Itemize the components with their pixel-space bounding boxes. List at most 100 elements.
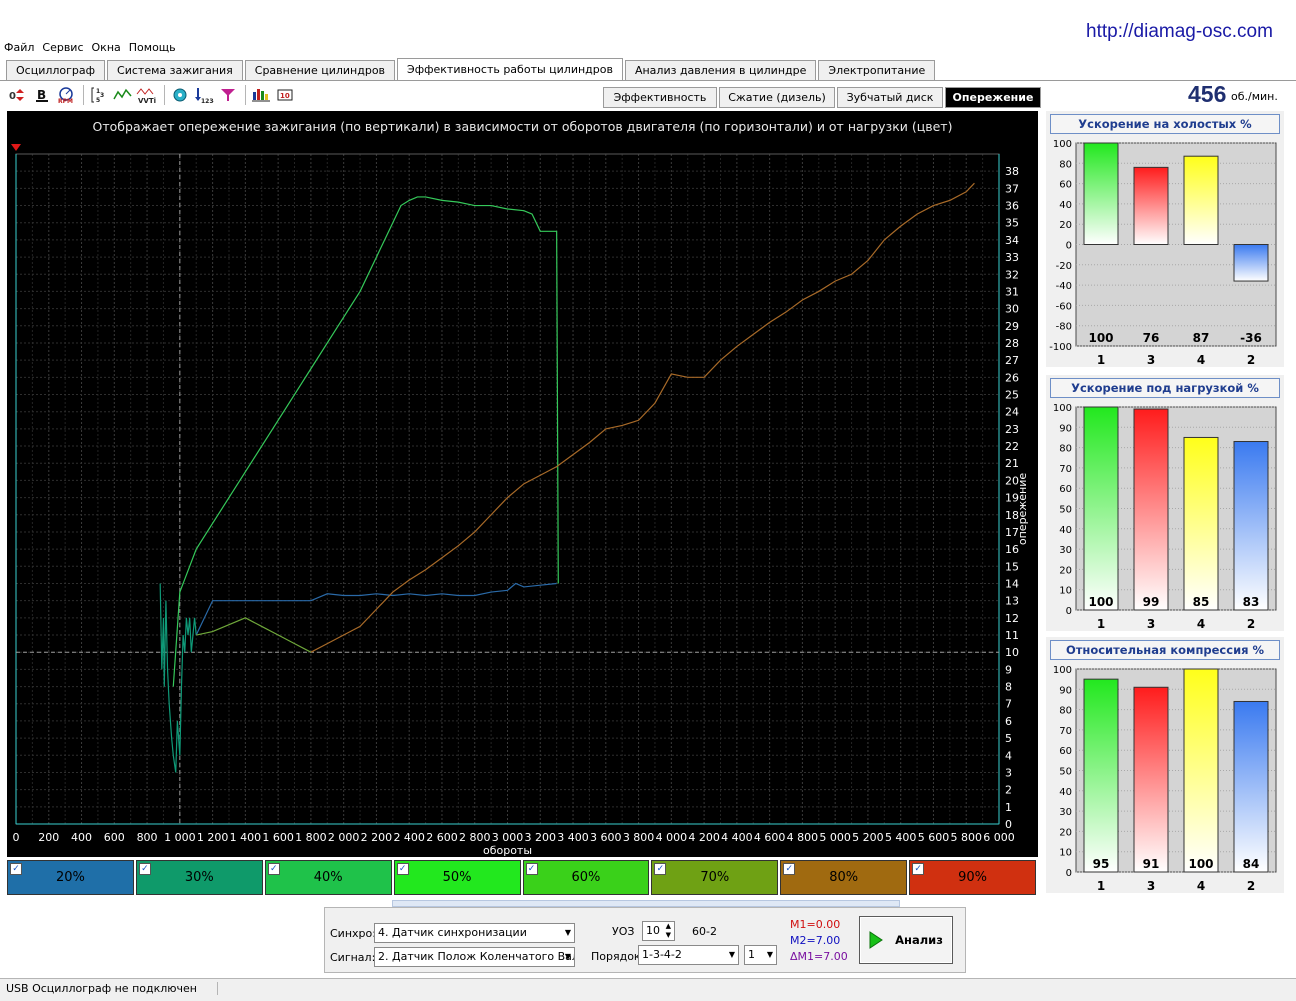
menu-windows[interactable]: Окна — [88, 40, 125, 56]
tab-cylinder-efficiency[interactable]: Эффективность работы цилиндров — [397, 58, 623, 80]
y-tick-label: 0 — [1066, 241, 1072, 252]
bar-cylinder-2 — [1233, 700, 1269, 873]
bar-value-label: 100 — [1088, 595, 1113, 609]
y-tick-label: 80 — [1059, 706, 1072, 717]
y-tick-label: -60 — [1056, 301, 1072, 312]
bar-value-label: 91 — [1143, 857, 1160, 871]
y-tick-label: 50 — [1059, 505, 1072, 516]
signal-select-value: 2. Датчик Полож Коленчатого Вал — [378, 950, 575, 963]
y-tick-label: 29 — [1005, 320, 1019, 333]
cylinder-label: 3 — [1147, 353, 1155, 367]
bar-cylinder-1 — [1083, 406, 1119, 611]
gear-chip-icon[interactable] — [169, 84, 191, 106]
legend-checkbox[interactable]: ✓ — [396, 863, 409, 875]
svg-text:3: 3 — [100, 92, 104, 99]
legend-load-80[interactable]: ✓ 80% — [780, 860, 908, 895]
y-tick-label: 40 — [1059, 787, 1072, 798]
analyze-button[interactable]: Анализ — [859, 916, 953, 964]
rpm-unit: об./мин. — [1231, 90, 1278, 103]
y-tick-label: 100 — [1053, 403, 1072, 414]
first-cylinder-select[interactable]: 1 ▼ — [744, 945, 777, 965]
tab-ignition-system[interactable]: Система зажигания — [107, 60, 243, 80]
y-tick-label: 12 — [1005, 612, 1019, 625]
legend-label: 30% — [184, 870, 214, 885]
legend-load-30[interactable]: ✓ 30% — [135, 860, 263, 895]
legend-checkbox[interactable]: ✓ — [10, 863, 22, 875]
x-tick-label: 800 — [137, 831, 158, 844]
y-tick-label: 32 — [1005, 268, 1019, 281]
menu-bar: Файл Сервис Окна Помощь — [0, 40, 180, 56]
tab-power-supply[interactable]: Электропитание — [818, 60, 936, 80]
x-tick-label: 2 800 — [459, 831, 491, 844]
cylinder-label: 4 — [1197, 617, 1205, 631]
y-tick-label: 80 — [1059, 159, 1072, 170]
bracket-list-icon[interactable]: 135 — [88, 84, 110, 106]
uoz-stepper[interactable]: 10 ▲ ▼ — [642, 921, 675, 941]
y-axis-label: опережение — [1016, 473, 1029, 545]
range-marker-icon[interactable] — [11, 144, 21, 151]
legend-load-50[interactable]: ✓ 50% — [393, 860, 521, 895]
filter-icon[interactable] — [217, 84, 239, 106]
y-tick-label: 22 — [1005, 440, 1019, 453]
subtab-compression-diesel[interactable]: Сжатие (дизель) — [719, 87, 835, 108]
legend-load-40[interactable]: ✓ 40% — [264, 860, 392, 895]
legend-checkbox[interactable]: ✓ — [525, 863, 538, 875]
splitter-bar[interactable] — [392, 900, 900, 907]
x-tick-label: 5 200 — [852, 831, 884, 844]
subtab-toothed-disk[interactable]: Зубчатый диск — [837, 87, 943, 108]
bar-value-label: 99 — [1143, 595, 1160, 609]
legend-load-90[interactable]: ✓ 90% — [909, 860, 1036, 895]
legend-checkbox[interactable]: ✓ — [267, 863, 280, 875]
legend-checkbox[interactable]: ✓ — [654, 863, 667, 875]
advance-chart[interactable]: 0 200 400 600 800 1 000 1 200 1 400 1 600 1 800 2 … — [7, 111, 1038, 857]
subtab-efficiency[interactable]: Эффективность — [603, 87, 717, 108]
advance-chart-panel[interactable]: 0 200 400 600 800 1 000 1 200 1 400 1 600 1 800 2 … — [7, 111, 1038, 857]
sync-select[interactable]: 4. Датчик синхронизации ▼ — [374, 923, 575, 943]
tab-cylinder-pressure[interactable]: Анализ давления в цилиндре — [624, 60, 817, 80]
tab-oscilloscope[interactable]: Осциллограф — [6, 60, 106, 80]
wave-icon[interactable] — [112, 84, 134, 106]
bar-value-label: 83 — [1243, 595, 1260, 609]
signal-select[interactable]: 2. Датчик Полож Коленчатого Вал ▼ — [374, 947, 575, 967]
bars-chart-icon[interactable] — [250, 84, 272, 106]
rpm-gauge-icon[interactable]: RPM — [55, 84, 77, 106]
svg-text:VVTi: VVTi — [138, 97, 156, 104]
legend-load-60[interactable]: ✓ 60% — [522, 860, 650, 895]
firing-order-select[interactable]: 1-3-4-2 ▼ — [638, 945, 739, 965]
first-cylinder-value: 1 — [748, 948, 755, 961]
legend-checkbox[interactable]: ✓ — [783, 863, 796, 875]
subtab-advance[interactable]: Опережение — [945, 87, 1041, 108]
arrows-updown-icon[interactable]: 0 — [7, 84, 29, 106]
legend-checkbox[interactable]: ✓ — [912, 863, 925, 875]
cylinder-label: 2 — [1247, 879, 1255, 893]
bar-panel-1: 100 80 60 40 20 0 -20 -40 -60 -80 -100 100 1 76 3 87 4 -3… — [1046, 111, 1284, 367]
y-tick-label: 100 — [1053, 139, 1072, 150]
bold-b-icon[interactable]: B — [31, 84, 53, 106]
y-tick-label: 90 — [1059, 423, 1072, 434]
tab-divider — [0, 80, 1296, 81]
vvti-icon[interactable]: VVTi — [136, 84, 158, 106]
sort-1234-icon[interactable]: 1234 — [193, 84, 215, 106]
y-tick-label: 36 — [1005, 200, 1019, 213]
y-tick-label: 20 — [1059, 827, 1072, 838]
x-tick-label: 1 800 — [295, 831, 327, 844]
test-counter-icon[interactable]: 10 — [274, 84, 296, 106]
x-tick-label: 2 400 — [393, 831, 425, 844]
legend-load-20[interactable]: ✓ 20% — [7, 860, 134, 895]
bar-panel-2: 100 90 80 70 60 50 40 30 20 10 0 100 1 99 3 85 4 83 2 Ускор… — [1046, 375, 1284, 631]
y-tick-label: 60 — [1059, 180, 1072, 191]
menu-file[interactable]: Файл — [0, 40, 38, 56]
menu-help[interactable]: Помощь — [125, 40, 180, 56]
tab-cylinder-compare[interactable]: Сравнение цилиндров — [244, 60, 396, 80]
x-tick-label: 4 000 — [656, 831, 688, 844]
menu-service[interactable]: Сервис — [38, 40, 87, 56]
cylinder-label: 1 — [1097, 879, 1105, 893]
x-tick-label: 3 200 — [525, 831, 557, 844]
bar-panel-title: Ускорение на холостых % — [1050, 114, 1280, 134]
legend-load-70[interactable]: ✓ 70% — [651, 860, 779, 895]
legend-checkbox[interactable]: ✓ — [138, 863, 151, 875]
bar-chart: 100 80 60 40 20 0 -20 -40 -60 -80 -100 100 1 76 3 87 4 -3… — [1049, 139, 1277, 367]
x-tick-label: 0 — [13, 831, 20, 844]
teeth-pattern: 60-2 — [692, 925, 717, 938]
bar-panel-3: 100 90 80 70 60 50 40 30 20 10 0 95 1 91 3 100 4 84 2 Относ… — [1046, 637, 1284, 893]
